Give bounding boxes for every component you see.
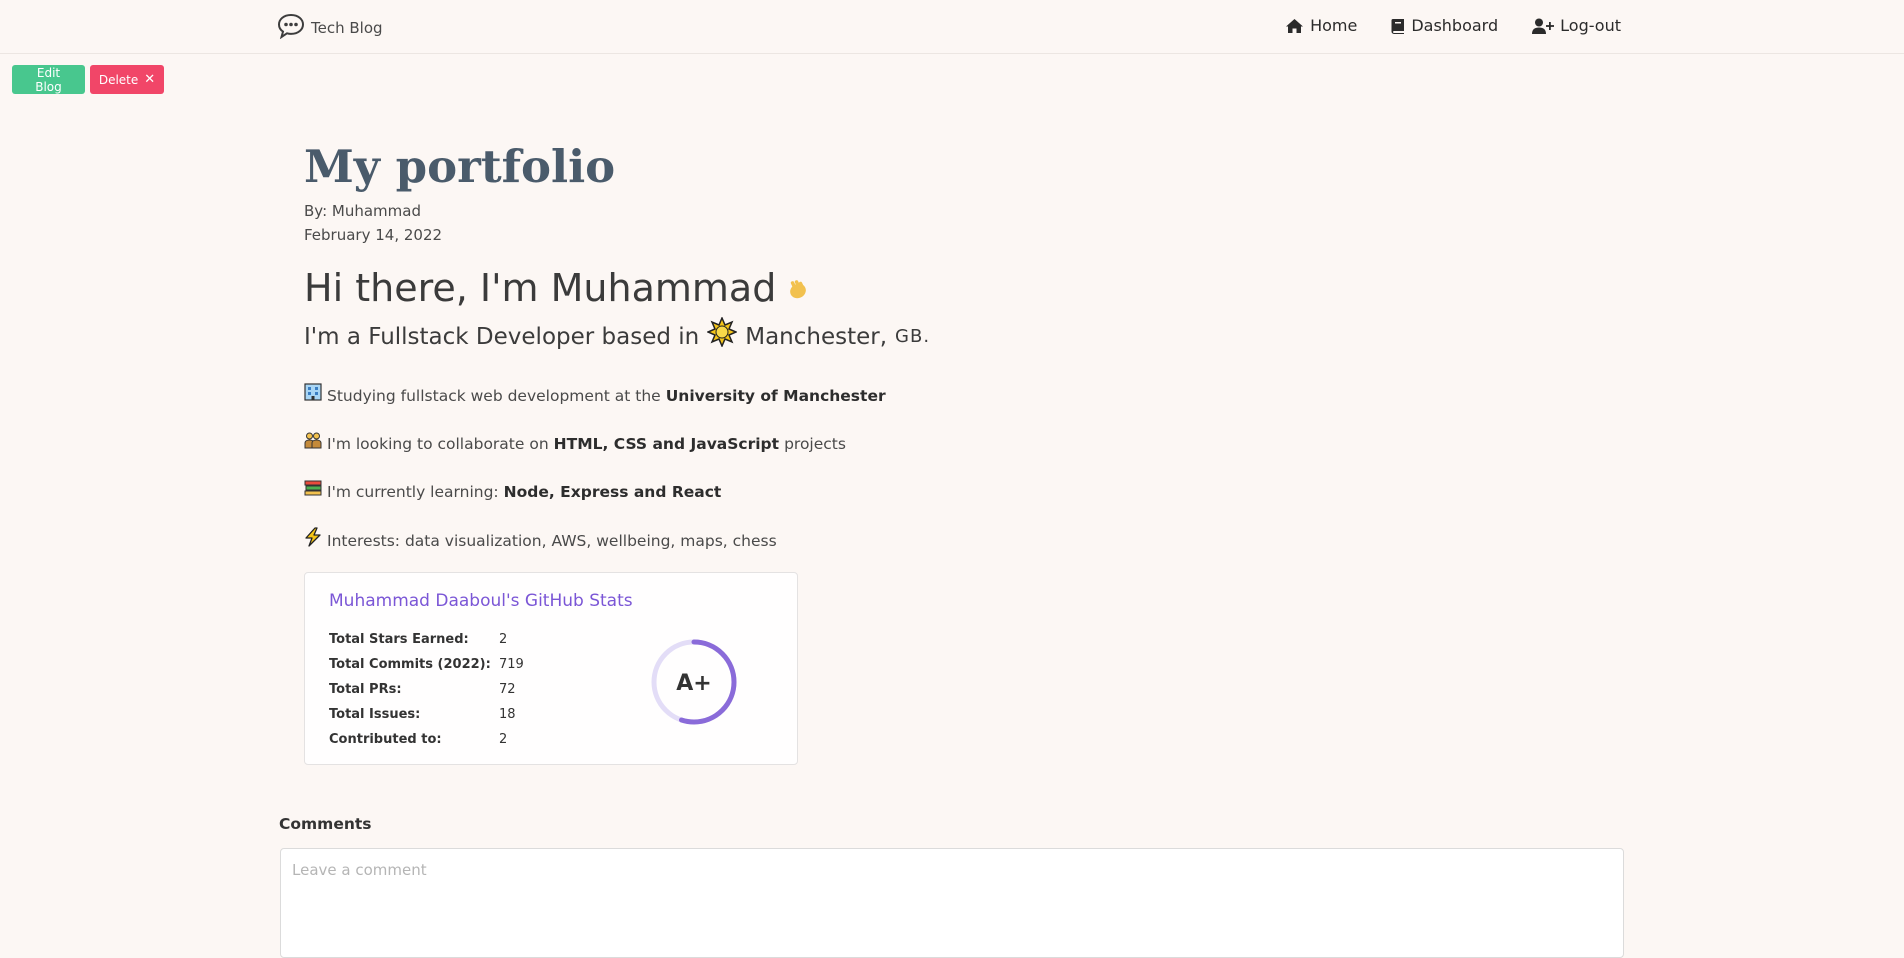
bullet-text-post: projects [784, 435, 846, 453]
github-stats-table: Total Stars Earned: 2 Total Commits (202… [329, 627, 524, 752]
books-icon [304, 479, 322, 505]
brand[interactable]: Tech Blog [277, 13, 383, 43]
nav-home-label: Home [1310, 16, 1358, 35]
bullet-item: Interests: data visualization, AWS, well… [304, 527, 1504, 555]
nav-logout[interactable]: Log-out [1532, 16, 1621, 35]
user-plus-icon [1532, 18, 1555, 34]
city-text: Manchester, [745, 324, 888, 350]
bullet-text: Studying fullstack web development at th… [327, 387, 661, 405]
greeting-text: Hi there, I'm Muhammad [304, 266, 777, 310]
home-icon [1285, 18, 1304, 34]
nav-links: Home Dashboard Log-out [1285, 16, 1621, 35]
bullet-item: Studying fullstack web development at th… [304, 383, 1504, 409]
stats-value: 72 [499, 682, 516, 697]
stats-value: 719 [499, 657, 524, 672]
bullet-text: Interests: data visualization, AWS, well… [327, 532, 777, 550]
bullet-text: I'm looking to collaborate on [327, 435, 549, 453]
github-stats-card: Muhammad Daaboul's GitHub Stats Total St… [304, 572, 798, 765]
bullet-text: I'm currently learning: [327, 483, 499, 501]
bullet-bold: Node, Express and React [503, 483, 722, 501]
subheading-text: I'm a Fullstack Developer based in [304, 324, 700, 350]
bullet-bold: University of Manchester [665, 387, 886, 405]
grade-ring: A+ [651, 639, 737, 725]
nav-home[interactable]: Home [1285, 16, 1357, 35]
stats-label: Total Stars Earned: [329, 632, 469, 647]
stats-row: Total Stars Earned: 2 [329, 627, 524, 652]
stats-label: Total Commits (2022): [329, 657, 491, 672]
stats-value: 2 [499, 632, 508, 647]
bullet-item: I'm currently learning: Node, Express an… [304, 479, 1504, 505]
post-title: My portfolio [304, 140, 616, 193]
navbar: Tech Blog Home Dashboard Log-out [0, 0, 1904, 54]
chat-bubble-icon [277, 13, 305, 43]
post-date: February 14, 2022 [304, 226, 443, 244]
sun-icon [706, 316, 739, 357]
stats-label: Contributed to: [329, 732, 442, 747]
stats-label: Total PRs: [329, 682, 402, 697]
waving-hand-icon [786, 259, 810, 317]
github-stats-title: Muhammad Daaboul's GitHub Stats [329, 591, 633, 611]
edit-blog-label: Edit Blog [35, 65, 62, 94]
nav-logout-label: Log-out [1560, 16, 1621, 35]
stats-row: Total PRs: 72 [329, 677, 524, 702]
subheading: I'm a Fullstack Developer based in Manch… [304, 316, 1504, 357]
stats-value: 2 [499, 732, 508, 747]
greeting-heading: Hi there, I'm Muhammad [304, 259, 1504, 317]
stats-row: Total Commits (2022): 719 [329, 652, 524, 677]
edit-blog-button[interactable]: Edit Blog [12, 65, 85, 94]
stats-row: Contributed to: 2 [329, 727, 524, 752]
post-content: My portfolio By: Muhammad February 14, 2… [304, 135, 1504, 555]
comment-input[interactable] [280, 848, 1624, 958]
building-icon [304, 383, 322, 409]
bullet-bold: HTML, CSS and JavaScript [553, 435, 780, 453]
grade-text: A+ [676, 671, 711, 696]
people-icon [304, 431, 322, 457]
stats-value: 18 [499, 707, 516, 722]
stats-row: Total Issues: 18 [329, 702, 524, 727]
delete-label: Delete [98, 72, 139, 87]
comments-label: Comments [279, 815, 372, 833]
delete-button[interactable]: Delete ✕ [90, 65, 164, 94]
bullet-list: Studying fullstack web development at th… [304, 383, 1504, 555]
stats-label: Total Issues: [329, 707, 421, 722]
lightning-icon [304, 527, 322, 555]
close-icon: ✕ [144, 72, 156, 87]
country-text: GB. [895, 326, 931, 347]
book-icon [1391, 18, 1405, 34]
bullet-item: I'm looking to collaborate on HTML, CSS … [304, 431, 1504, 457]
post-author: By: Muhammad [304, 202, 421, 220]
brand-name: Tech Blog [311, 19, 383, 37]
nav-dashboard-label: Dashboard [1411, 16, 1499, 35]
nav-dashboard[interactable]: Dashboard [1391, 16, 1498, 35]
